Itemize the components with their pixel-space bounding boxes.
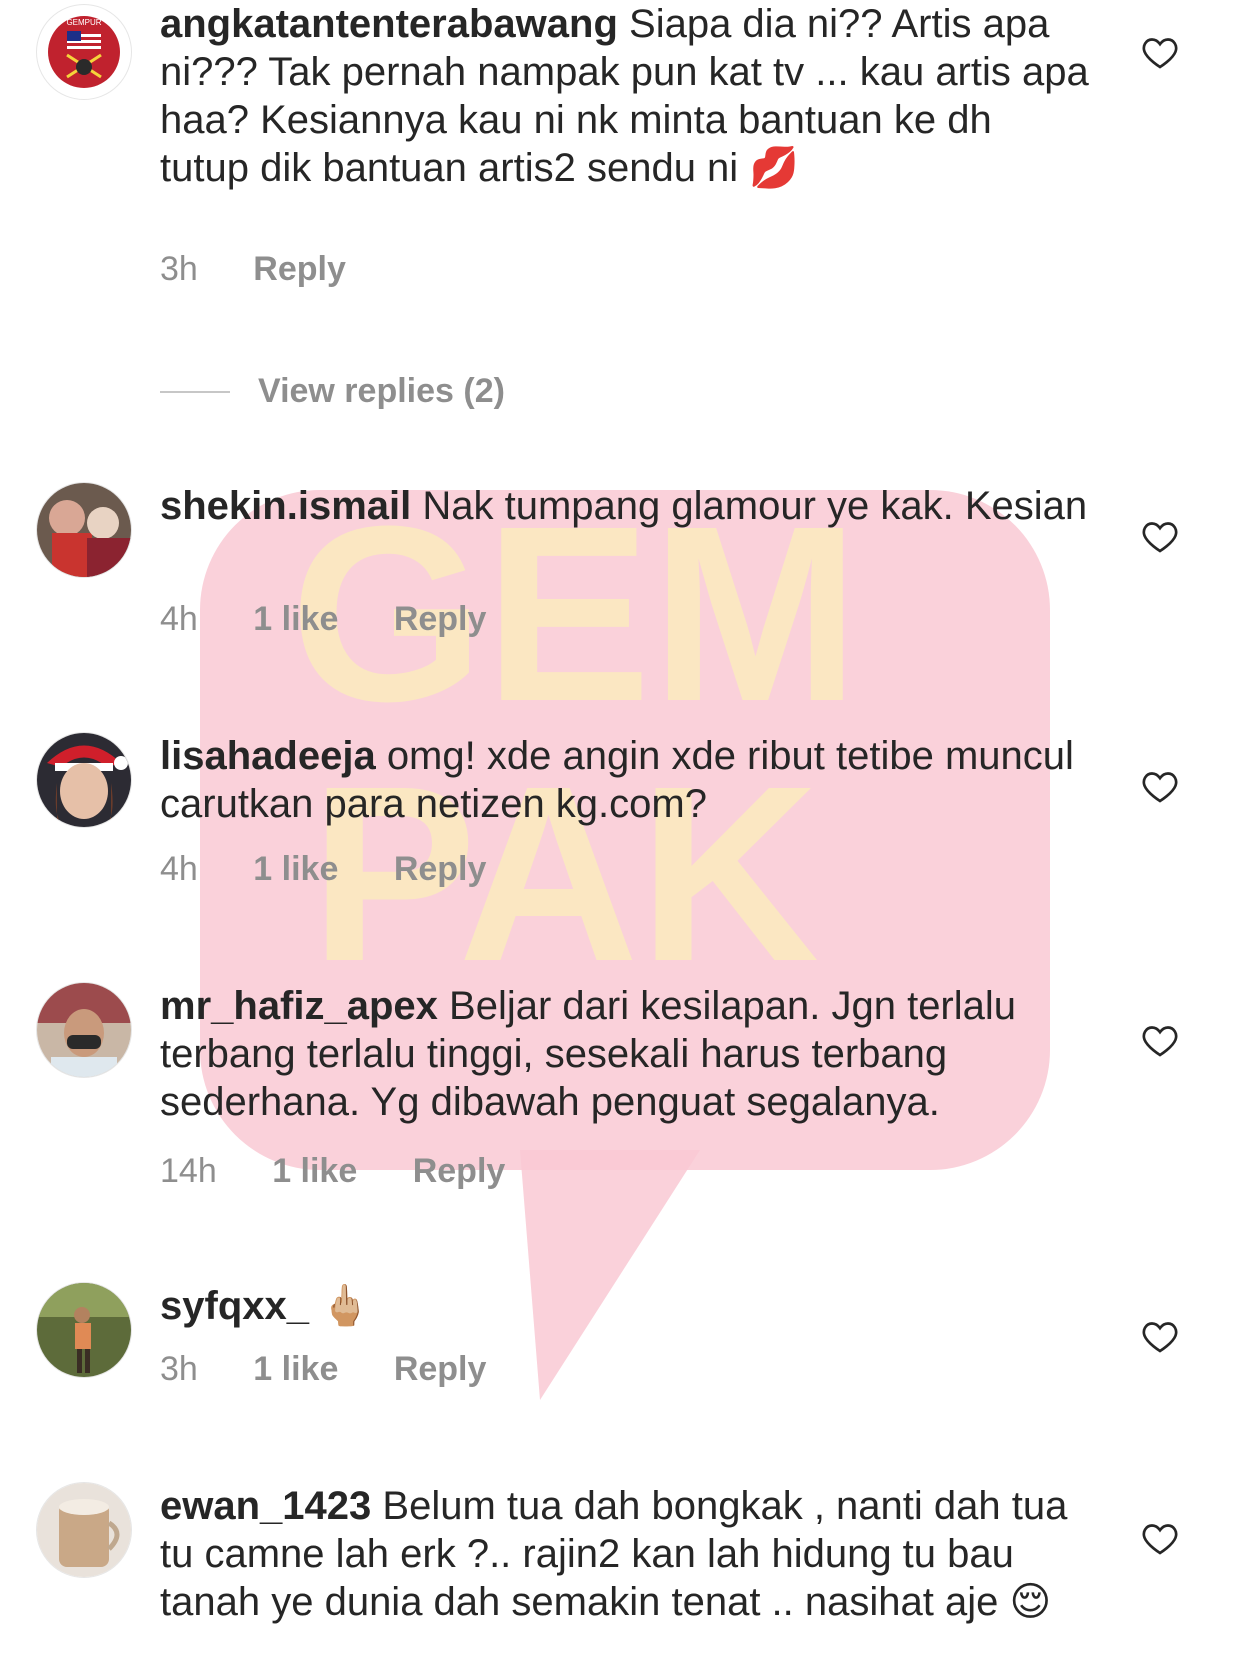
comment-time: 3h bbox=[160, 250, 198, 288]
avatar[interactable] bbox=[36, 982, 132, 1078]
heart-outline-icon[interactable] bbox=[1140, 1316, 1180, 1356]
username[interactable]: ewan_1423 bbox=[160, 1484, 371, 1528]
comment-time: 4h bbox=[160, 850, 198, 888]
view-replies-label[interactable]: View replies (2) bbox=[258, 372, 505, 411]
reply-button[interactable]: Reply bbox=[394, 600, 487, 639]
view-replies-button[interactable]: View replies (2) bbox=[160, 372, 505, 411]
likes-count[interactable]: 1 like bbox=[272, 1152, 357, 1191]
avatar-label: GEMPUR bbox=[66, 18, 101, 27]
avatar[interactable] bbox=[36, 732, 132, 828]
username[interactable]: mr_hafiz_apex bbox=[160, 984, 438, 1028]
reply-button[interactable]: Reply bbox=[394, 1350, 487, 1389]
view-replies-divider bbox=[160, 390, 230, 393]
heart-outline-icon[interactable] bbox=[1140, 516, 1180, 556]
comment-time: 3h bbox=[160, 1350, 198, 1388]
heart-outline-icon[interactable] bbox=[1140, 1020, 1180, 1060]
comment-time: 4h bbox=[160, 600, 198, 638]
likes-count[interactable]: 1 like bbox=[253, 600, 338, 639]
username[interactable]: syfqxx_ bbox=[160, 1284, 309, 1328]
reply-button[interactable]: Reply bbox=[253, 250, 346, 289]
heart-outline-icon[interactable] bbox=[1140, 32, 1180, 72]
likes-count[interactable]: 1 like bbox=[253, 1350, 338, 1389]
comment-time: 14h bbox=[160, 1152, 217, 1190]
comment-emoji: 😌 bbox=[1009, 1579, 1052, 1625]
avatar[interactable]: GEMPUR bbox=[36, 4, 132, 100]
username[interactable]: angkatantenterabawang bbox=[160, 2, 618, 46]
username[interactable]: shekin.ismail bbox=[160, 484, 411, 528]
comment-text: Nak tumpang glamour ye kak. Kesian bbox=[422, 484, 1088, 528]
avatar[interactable] bbox=[36, 1282, 132, 1378]
comment-emoji: 💋 bbox=[749, 145, 800, 191]
heart-outline-icon[interactable] bbox=[1140, 1518, 1180, 1558]
avatar[interactable] bbox=[36, 482, 132, 578]
likes-count[interactable]: 1 like bbox=[253, 850, 338, 889]
reply-button[interactable]: Reply bbox=[413, 1152, 506, 1191]
avatar[interactable] bbox=[36, 1482, 132, 1578]
reply-button[interactable]: Reply bbox=[394, 850, 487, 889]
heart-outline-icon[interactable] bbox=[1140, 766, 1180, 806]
comment-emoji: 🖕🏼 bbox=[320, 1283, 370, 1329]
username[interactable]: lisahadeeja bbox=[160, 734, 376, 778]
